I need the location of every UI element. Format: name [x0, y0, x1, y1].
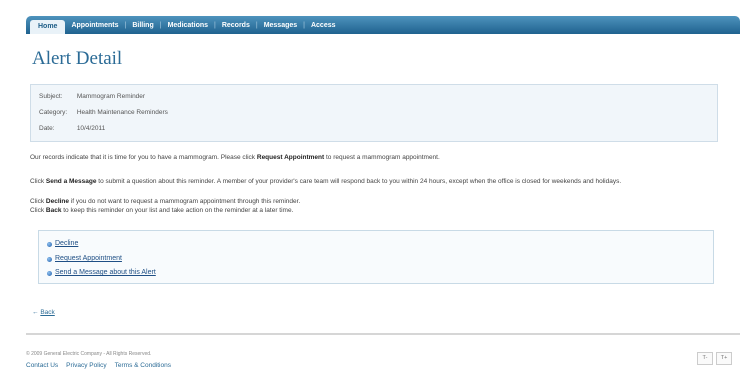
back-link-label: Back — [40, 309, 55, 316]
tab-messages[interactable]: Messages — [258, 22, 303, 29]
alert-actions-panel: Decline Request Appointment Send a Messa… — [38, 230, 714, 284]
main-navigation: Home Appointments | Billing | Medication… — [26, 16, 740, 34]
decline-link[interactable]: Decline — [47, 239, 78, 249]
detail-row-subject: Subject: Mammogram Reminder — [39, 92, 145, 102]
category-value: Health Maintenance Reminders — [76, 109, 168, 116]
page-title: Alert Detail — [32, 48, 123, 69]
instructions-decline: Click Decline if you do not want to requ… — [30, 198, 301, 205]
back-link[interactable]: ← Back — [32, 309, 55, 316]
bullet-icon — [47, 270, 52, 276]
date-label: Date: — [39, 125, 55, 132]
subject-value: Mammogram Reminder — [76, 93, 146, 100]
tab-access[interactable]: Access — [305, 22, 342, 29]
detail-row-category: Category: Health Maintenance Reminders — [39, 108, 168, 118]
privacy-policy-link[interactable]: Privacy Policy — [66, 362, 106, 369]
instructions-back: Click Back to keep this reminder on your… — [30, 207, 294, 214]
category-label: Category: — [39, 109, 68, 116]
date-value: 10/4/2011 — [76, 125, 106, 132]
request-appointment-link-label: Request Appointment — [55, 255, 122, 262]
request-appointment-link[interactable]: Request Appointment — [47, 254, 122, 264]
bullet-icon — [47, 241, 52, 247]
text-larger-button[interactable]: T+ — [716, 352, 732, 365]
footer-divider — [26, 333, 740, 335]
copyright-text: © 2009 General Electric Company - All Ri… — [26, 351, 152, 357]
tab-home[interactable]: Home — [30, 20, 66, 34]
contact-us-link[interactable]: Contact Us — [26, 362, 58, 369]
tab-records[interactable]: Records — [216, 22, 256, 29]
send-message-link[interactable]: Send a Message about this Alert — [47, 268, 156, 278]
bullet-icon — [47, 256, 52, 262]
terms-conditions-link[interactable]: Terms & Conditions — [115, 362, 171, 369]
tab-billing[interactable]: Billing — [126, 22, 159, 29]
text-smaller-button[interactable]: T- — [697, 352, 713, 365]
detail-row-date: Date: 10/4/2011 — [39, 124, 105, 134]
send-message-link-label: Send a Message about this Alert — [55, 269, 156, 276]
back-arrow-icon: ← — [32, 309, 39, 316]
instructions-request: Our records indicate that it is time for… — [30, 154, 440, 161]
instructions-message: Click Send a Message to submit a questio… — [30, 178, 622, 185]
decline-link-label: Decline — [55, 240, 79, 247]
footer-links: Contact Us Privacy Policy Terms & Condit… — [26, 362, 171, 369]
tab-medications[interactable]: Medications — [162, 22, 214, 29]
subject-label: Subject: — [39, 93, 63, 100]
alert-details-panel: Subject: Mammogram Reminder Category: He… — [30, 84, 718, 142]
tab-appointments[interactable]: Appointments — [65, 22, 124, 29]
nav-tab-list: Home Appointments | Billing | Medication… — [26, 16, 740, 34]
